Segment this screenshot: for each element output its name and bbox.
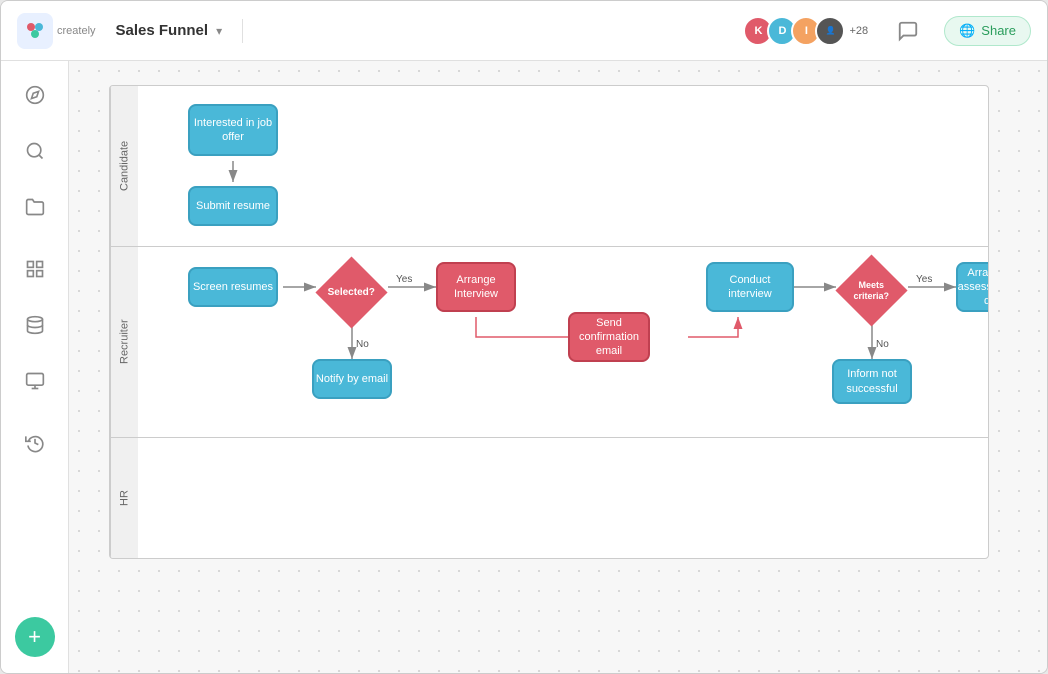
- sidebar-bottom: +: [15, 609, 55, 657]
- collaborators-avatars: K D I 👤 +28: [743, 16, 868, 46]
- swimlane-candidate-label: Candidate: [110, 86, 138, 246]
- avatar-photo: 👤: [815, 16, 845, 46]
- add-icon: +: [28, 624, 41, 650]
- shape-submit-resume[interactable]: Submit resume: [188, 186, 278, 226]
- swimlane-hr-content: [138, 438, 988, 558]
- share-label: Share: [981, 23, 1016, 38]
- diagram-title[interactable]: Sales Funnel: [116, 22, 209, 39]
- sidebar-item-folder[interactable]: [17, 189, 53, 225]
- shape-inform-unsuccessful[interactable]: Inform not successful: [832, 359, 912, 404]
- sidebar-item-shapes[interactable]: [17, 251, 53, 287]
- swimlane-candidate-content: Interested in job offer Submit resume: [138, 86, 988, 246]
- swimlane-hr: HR: [110, 438, 988, 558]
- title-area: Sales Funnel ▾: [116, 22, 223, 39]
- swimlane-recruiter-label: Recruiter: [110, 247, 138, 437]
- shape-arrange-assessment[interactable]: Arrange assessment d: [956, 262, 989, 312]
- share-button[interactable]: 🌐 Share: [944, 16, 1031, 46]
- sidebar: +: [1, 61, 69, 673]
- shape-send-confirmation[interactable]: Send confirmation email: [568, 312, 650, 362]
- swimlane-recruiter-content: Yes No Yes: [138, 247, 988, 437]
- sidebar-item-search[interactable]: [17, 133, 53, 169]
- svg-text:Yes: Yes: [916, 274, 932, 285]
- svg-text:No: No: [876, 339, 889, 350]
- swimlane-diagram: Candidate: [109, 85, 989, 559]
- logo-icon: [17, 13, 53, 49]
- svg-text:Yes: Yes: [396, 274, 412, 285]
- shape-notify-email[interactable]: Notify by email: [312, 359, 392, 399]
- sidebar-item-present[interactable]: [17, 363, 53, 399]
- shape-conduct-interview[interactable]: Conduct interview: [706, 262, 794, 312]
- shape-arrange-interview[interactable]: Arrange Interview: [436, 262, 516, 312]
- swimlane-recruiter: Recruiter Yes No: [110, 247, 988, 438]
- swimlane-hr-label: HR: [110, 438, 138, 558]
- main-area: + Candidate: [1, 61, 1047, 673]
- share-globe-icon: 🌐: [959, 23, 975, 39]
- logo: creately: [17, 13, 96, 49]
- title-dropdown-icon[interactable]: ▾: [216, 24, 222, 38]
- shape-selected-diamond[interactable]: Selected?: [316, 257, 388, 329]
- sidebar-item-navigate[interactable]: [17, 77, 53, 113]
- app-container: creately Sales Funnel ▾ K D I 👤 +28 🌐 Sh…: [0, 0, 1048, 674]
- add-button[interactable]: +: [15, 617, 55, 657]
- chat-icon[interactable]: [892, 15, 924, 47]
- avatar-count: +28: [849, 25, 868, 37]
- logo-text: creately: [57, 25, 96, 37]
- sidebar-item-history[interactable]: [17, 425, 53, 461]
- shape-meets-criteria-diamond[interactable]: Meets criteria?: [836, 255, 908, 327]
- svg-text:No: No: [356, 339, 369, 350]
- header-divider: [242, 19, 243, 43]
- swimlane-candidate: Candidate: [110, 86, 988, 247]
- header: creately Sales Funnel ▾ K D I 👤 +28 🌐 Sh…: [1, 1, 1047, 61]
- canvas-area[interactable]: Candidate: [69, 61, 1047, 673]
- shape-screen-resumes[interactable]: Screen resumes: [188, 267, 278, 307]
- shape-interested-job[interactable]: Interested in job offer: [188, 104, 278, 156]
- sidebar-item-database[interactable]: [17, 307, 53, 343]
